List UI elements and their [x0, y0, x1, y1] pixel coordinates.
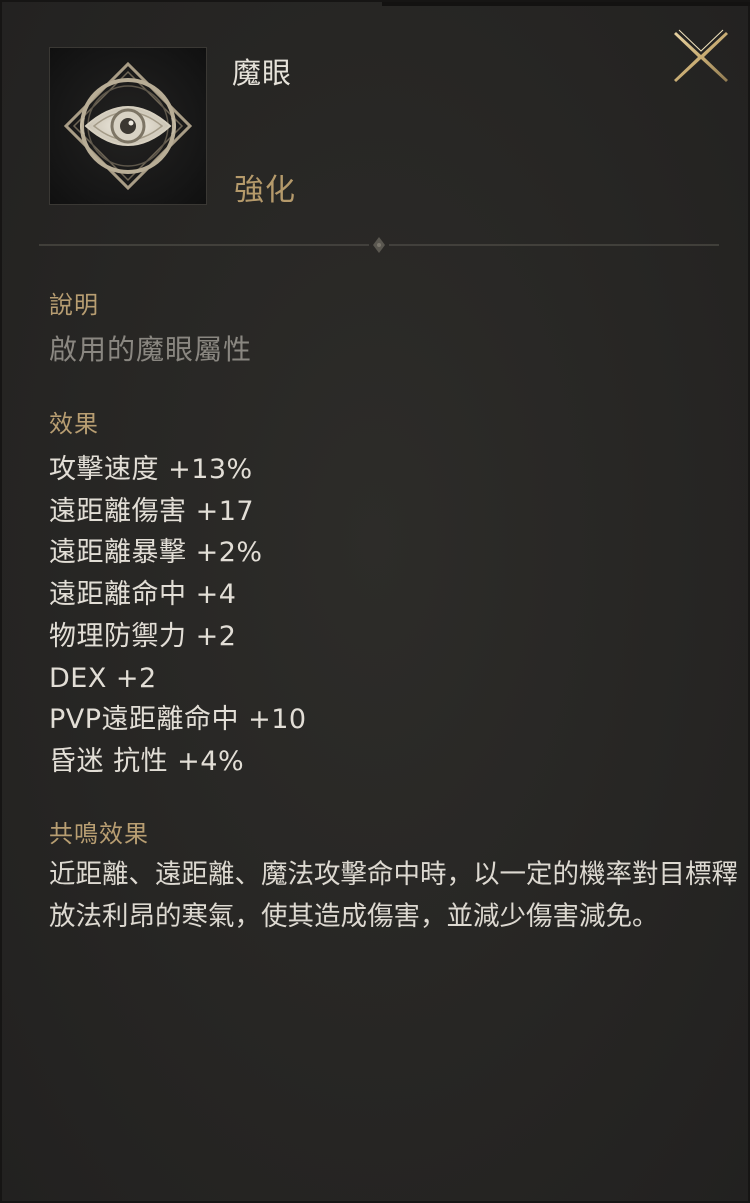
effect-line: DEX +2 — [49, 662, 157, 694]
effect-line: 物理防禦力 +2 — [49, 620, 237, 652]
resonance-text: 近距離、遠距離、魔法攻擊命中時，以一定的機率對目標釋放法利昂的寒氣，使其造成傷害… — [49, 859, 738, 932]
effect-line: 遠距離傷害 +17 — [49, 495, 255, 527]
effects-list: 攻擊速度 +13% 遠距離傷害 +17 遠距離暴擊 +2% 遠距離命中 +4 物… — [49, 449, 307, 783]
description-label: 說明 — [49, 291, 99, 319]
resonance-label: 共鳴效果 — [49, 820, 149, 848]
item-title: 魔眼 — [232, 56, 293, 90]
top-edge-strip — [382, 2, 750, 6]
item-category: 強化 — [234, 173, 296, 208]
effect-line: PVP遠距離命中 +10 — [49, 704, 307, 736]
item-tooltip-panel: 魔眼 強化 說明 啟用的魔眼屬性 效果 攻擊速度 +13% 遠距離傷害 +17 … — [0, 0, 750, 1203]
effect-line: 遠距離暴擊 +2% — [49, 537, 263, 569]
effect-line: 遠距離命中 +4 — [49, 579, 237, 611]
close-icon — [674, 29, 728, 82]
effect-line: 攻擊速度 +13% — [49, 454, 253, 485]
description-text: 啟用的魔眼屬性 — [49, 333, 253, 366]
effects-label: 效果 — [49, 410, 99, 438]
effect-line: 昏迷 抗性 +4% — [49, 745, 245, 777]
close-button[interactable] — [670, 28, 732, 86]
magic-eye-icon — [63, 61, 193, 191]
item-icon-frame — [49, 47, 207, 205]
header-divider — [39, 235, 719, 255]
